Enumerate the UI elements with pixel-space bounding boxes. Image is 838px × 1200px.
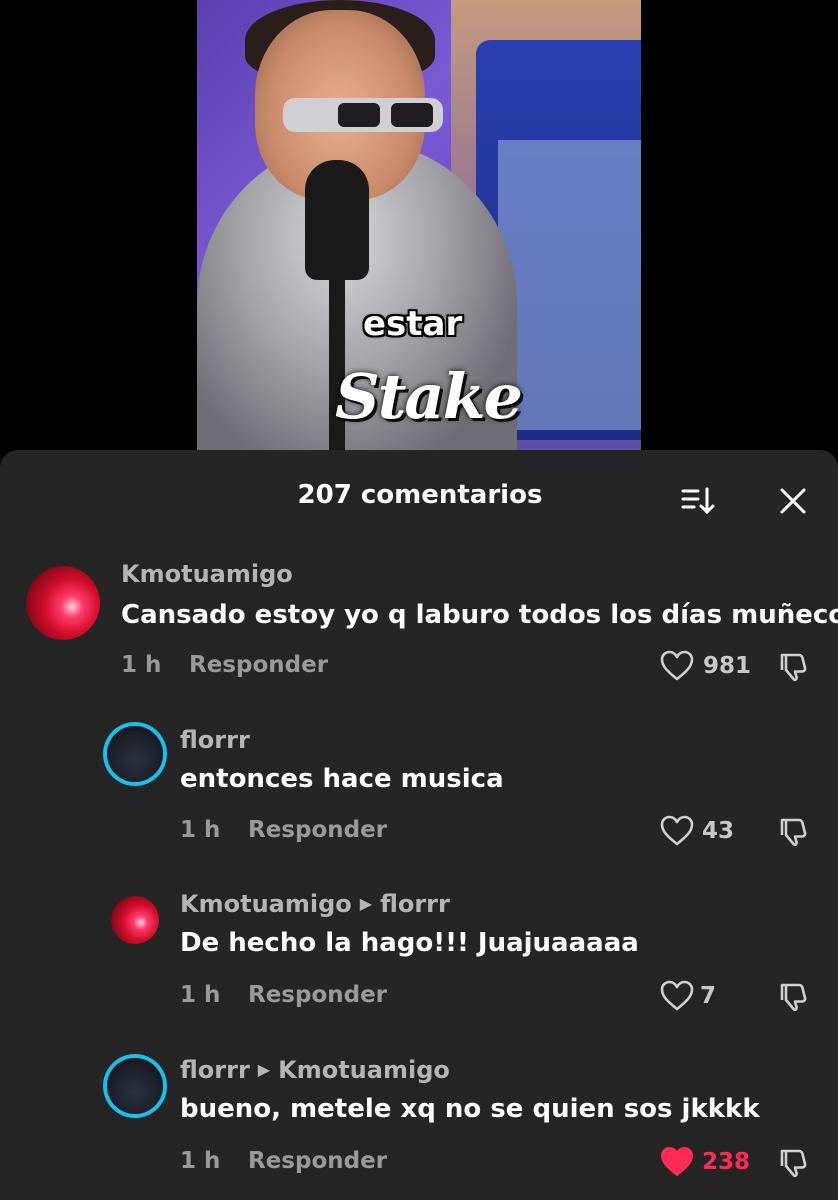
- reply-button[interactable]: Responder: [248, 982, 387, 1008]
- comment-time: 1 h: [121, 652, 162, 678]
- avatar[interactable]: [107, 1058, 163, 1114]
- dislike-icon[interactable]: [777, 814, 811, 848]
- speaker-sunglasses: [283, 98, 443, 132]
- dislike-icon[interactable]: [777, 1145, 811, 1179]
- avatar[interactable]: [26, 566, 100, 640]
- comment-time: 1 h: [180, 982, 221, 1008]
- comment-text: Cansado estoy yo q laburo todos los días…: [121, 600, 838, 630]
- heart-icon[interactable]: [660, 980, 694, 1012]
- like-count: 981: [703, 653, 752, 679]
- comment-time: 1 h: [180, 1148, 221, 1174]
- comment-item: florrr ▶ Kmotuamigo bueno, metele xq no se…: [0, 1054, 838, 1184]
- microphone: [305, 160, 369, 280]
- video-player[interactable]: estar Stake: [197, 0, 641, 470]
- video-caption: estar: [363, 304, 463, 344]
- like-count: 7: [700, 983, 717, 1009]
- comment-item: Kmotuamigo ▶ florrr De hecho la hago!!! Ju…: [0, 888, 838, 1018]
- comment-time: 1 h: [180, 817, 221, 843]
- sponsor-logo: Stake: [335, 360, 523, 433]
- comment-text: entonces hace musica: [180, 764, 504, 794]
- reply-button[interactable]: Responder: [248, 1148, 387, 1174]
- sort-icon[interactable]: [680, 486, 716, 516]
- comments-sheet: 207 comentarios Kmotuamigo Cansado estoy…: [0, 450, 838, 1200]
- comment-item: florrr entonces hace musica 1 h Responde…: [0, 722, 838, 852]
- like-count: 238: [702, 1149, 751, 1175]
- comment-item: Kmotuamigo Cansado estoy yo q laburo tod…: [0, 556, 838, 686]
- like-count: 43: [702, 818, 735, 844]
- heart-icon[interactable]: [660, 815, 694, 847]
- comment-username[interactable]: florrr: [180, 726, 250, 754]
- avatar[interactable]: [111, 896, 159, 944]
- close-icon[interactable]: [778, 486, 808, 516]
- comment-username[interactable]: Kmotuamigo: [121, 560, 293, 588]
- comment-text: bueno, metele xq no se quien sos jkkkk: [180, 1094, 760, 1124]
- heart-icon[interactable]: [660, 650, 694, 682]
- heart-icon-filled[interactable]: [660, 1146, 694, 1178]
- comment-username[interactable]: florrr ▶ Kmotuamigo: [180, 1056, 450, 1084]
- comment-username[interactable]: Kmotuamigo ▶ florrr: [180, 890, 450, 918]
- comment-text: De hecho la hago!!! Juajuaaaaa: [180, 928, 639, 958]
- reply-arrow-icon: ▶: [257, 1060, 271, 1079]
- dislike-icon[interactable]: [777, 979, 811, 1013]
- avatar[interactable]: [107, 726, 163, 782]
- reply-button[interactable]: Responder: [189, 652, 328, 678]
- reply-button[interactable]: Responder: [248, 817, 387, 843]
- reply-arrow-icon: ▶: [359, 894, 373, 913]
- dislike-icon[interactable]: [777, 649, 811, 683]
